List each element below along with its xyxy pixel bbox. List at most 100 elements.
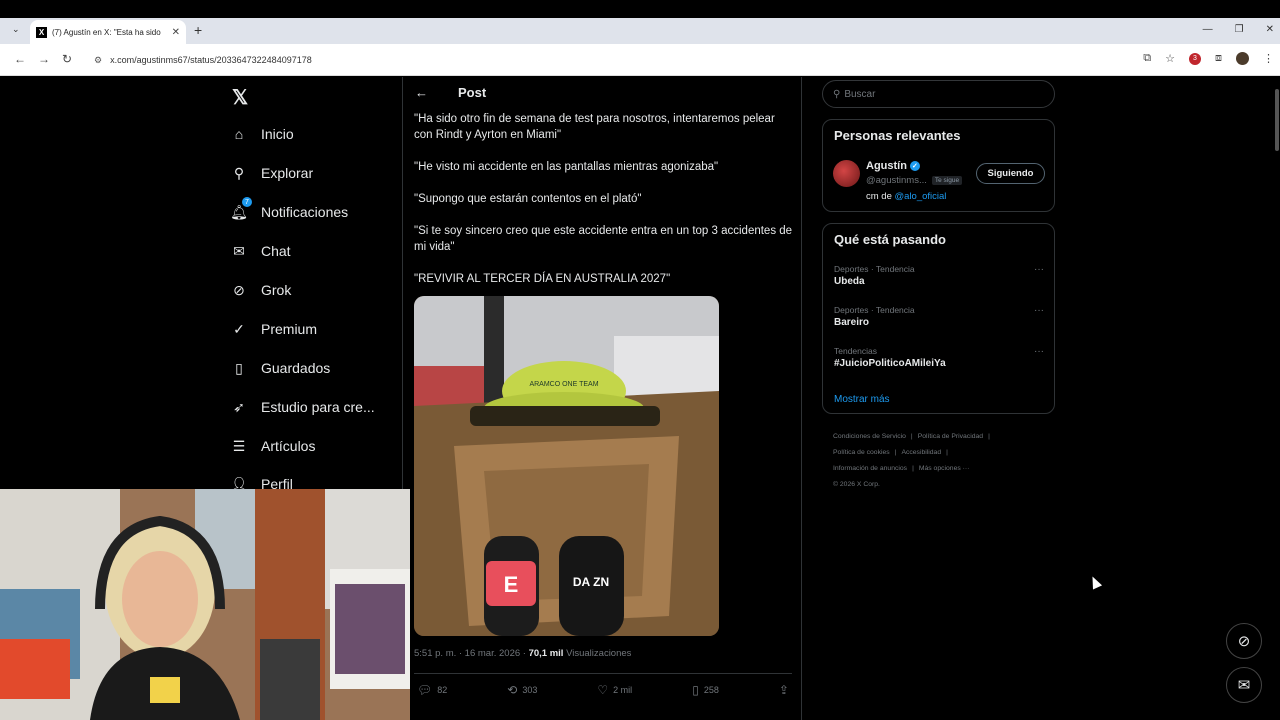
page-scrollbar[interactable]	[1274, 77, 1280, 720]
grok-float-button[interactable]: ⊘	[1226, 623, 1262, 659]
search-icon: ⚲	[233, 164, 245, 181]
reply-count: 82	[437, 685, 448, 695]
back-icon[interactable]: ←	[14, 52, 26, 66]
media-illustration: ARAMCO ONE TEAM E DA ZN	[414, 296, 719, 636]
nav-item-estudio[interactable]: ➶ Estudio para cre...	[230, 398, 375, 416]
forward-icon[interactable]: →	[38, 52, 50, 66]
more-dots-icon[interactable]: ···	[1034, 346, 1044, 357]
messages-float-button[interactable]: ✉	[1226, 667, 1262, 703]
avatar[interactable]	[833, 160, 860, 187]
site-info-icon[interactable]: ⚙	[94, 55, 102, 66]
trend-item[interactable]: Tendencias #JuicioPoliticoAMileiYa ···	[834, 346, 1044, 369]
mouse-cursor-icon	[1087, 574, 1103, 590]
tab-title: (7) Agustín en X: "Esta ha sido	[52, 27, 161, 37]
url-text: x.com/agustinms67/status/203364732248409…	[110, 55, 312, 65]
heart-icon: ♡	[597, 683, 609, 697]
window-controls: — ❐ ✕	[1203, 24, 1274, 35]
bell-icon: 🔔︎ 7	[230, 197, 252, 221]
following-button[interactable]: Siguiendo	[976, 163, 1045, 184]
nav-item-label: Grok	[261, 282, 292, 298]
footer-ads-link[interactable]: Información de anuncios	[833, 465, 907, 472]
post-header: ← Post	[415, 85, 486, 100]
profile-avatar[interactable]	[1236, 52, 1249, 65]
nav-item-grok[interactable]: ⊘ Grok	[230, 281, 291, 299]
minimize-icon[interactable]: —	[1203, 24, 1213, 35]
trend-item[interactable]: Deportes · Tendencia Bareiro ···	[834, 305, 1044, 328]
premium-icon: ✓	[233, 320, 245, 337]
trend-name: Bareiro	[834, 317, 870, 328]
nav-item-label: Premium	[261, 321, 318, 337]
nav-item-inicio[interactable]: ⌂ Inicio	[230, 125, 294, 143]
notification-badge: 7	[242, 197, 252, 207]
x-logo-icon[interactable]: 𝕏	[232, 85, 248, 110]
person-handle-text: @agustinms...	[866, 175, 927, 186]
grok-icon: ⊘	[1237, 633, 1251, 650]
tweet-text-line: "REVIVIR AL TERCER DÍA EN AUSTRALIA 2027…	[414, 273, 671, 285]
tab-list-icon[interactable]: ⌄	[12, 24, 20, 35]
trend-category: Deportes · Tendencia	[834, 305, 915, 315]
nav-item-articulos[interactable]: ☰ Artículos	[230, 437, 316, 455]
more-dots-icon[interactable]: ···	[1034, 305, 1044, 316]
share-button[interactable]: ⇪	[779, 683, 789, 697]
post-media-image[interactable]: ARAMCO ONE TEAM E DA ZN	[414, 296, 719, 636]
column-divider	[801, 77, 802, 720]
reply-icon: 💬︎	[417, 683, 433, 697]
trend-category: Tendencias	[834, 346, 878, 356]
nav-item-chat[interactable]: ✉ Chat	[230, 242, 290, 260]
trend-item[interactable]: Deportes · Tendencia Ubeda ···	[834, 264, 1044, 287]
post-views-count: 70,1 mil	[528, 648, 564, 659]
more-dots-icon[interactable]: ···	[1034, 264, 1044, 275]
bookmark-count: 258	[703, 685, 719, 695]
extension-badge-icon[interactable]: 3	[1189, 52, 1201, 65]
close-tab-icon[interactable]: ✕	[172, 27, 180, 38]
reply-button[interactable]: 💬︎ 82	[417, 683, 447, 697]
nav-item-notificaciones[interactable]: 🔔︎ 7 Notificaciones	[230, 197, 348, 221]
person-name[interactable]: Agustín ✓	[866, 160, 920, 172]
home-icon: ⌂	[234, 126, 244, 142]
nav-item-label: Artículos	[261, 438, 316, 454]
tweet-text-line: "Supongo que estarán contentos en el pla…	[414, 193, 642, 205]
post-header-title: Post	[458, 85, 487, 100]
person-bio-link[interactable]: @alo_oficial	[895, 191, 947, 202]
extensions-icon[interactable]: ⧈	[1215, 52, 1222, 65]
browser-tab[interactable]: X (7) Agustín en X: "Esta ha sido ✕	[30, 20, 186, 44]
show-more-link[interactable]: Mostrar más	[834, 394, 890, 405]
nav-item-explorar[interactable]: ⚲ Explorar	[230, 164, 313, 182]
mail-icon: ✉	[233, 242, 245, 259]
trends-title: Qué está pasando	[834, 232, 946, 247]
share-icon: ⇪	[778, 683, 789, 697]
nav-item-premium[interactable]: ✓ Premium	[230, 320, 317, 338]
repost-count: 303	[522, 685, 538, 695]
search-placeholder: Buscar	[844, 88, 876, 100]
back-arrow-icon[interactable]: ←	[415, 85, 428, 100]
footer-more-link[interactable]: Más opciones ···	[919, 465, 970, 472]
bookmark-star-icon[interactable]: ☆	[1165, 52, 1175, 65]
new-tab-icon[interactable]: +	[194, 22, 202, 38]
footer-copyright: © 2026 X Corp.	[833, 481, 880, 488]
footer-privacy-link[interactable]: Política de Privacidad	[918, 433, 983, 440]
search-input[interactable]: ⚲ Buscar	[822, 80, 1055, 108]
install-app-icon[interactable]: ⧉	[1143, 52, 1151, 65]
post-actions: 💬︎ 82 ⟲ 303 ♡ 2 mil ▯ 258 ⇪	[417, 683, 789, 697]
relevant-people-title: Personas relevantes	[834, 128, 961, 143]
person-bio-text: cm de	[866, 191, 895, 202]
footer-accessibility-link[interactable]: Accesibilidad	[901, 449, 941, 456]
close-window-icon[interactable]: ✕	[1266, 24, 1274, 35]
footer-cookies-link[interactable]: Política de cookies	[833, 449, 890, 456]
scroll-thumb[interactable]	[1275, 89, 1279, 151]
menu-dots-icon[interactable]: ⋮	[1263, 52, 1274, 65]
trend-name: #JuicioPoliticoAMileiYa	[834, 358, 946, 369]
post-timestamp[interactable]: 5:51 p. m. · 16 mar. 2026 ·	[414, 648, 529, 659]
search-icon: ⚲	[833, 88, 841, 100]
restore-icon[interactable]: ❐	[1235, 24, 1244, 35]
repost-button[interactable]: ⟲ 303	[507, 683, 537, 697]
like-button[interactable]: ♡ 2 mil	[597, 683, 632, 697]
nav-item-guardados[interactable]: ▯ Guardados	[230, 359, 330, 377]
bookmark-button[interactable]: ▯ 258	[692, 683, 719, 697]
footer-terms-link[interactable]: Condiciones de Servicio	[833, 433, 906, 440]
reload-icon[interactable]: ↻	[62, 52, 72, 66]
address-bar[interactable]: ⚙ x.com/agustinms67/status/2033647322484…	[86, 49, 1176, 71]
nav-item-label: Explorar	[261, 165, 314, 181]
follows-you-badge: Te sigue	[931, 176, 963, 185]
tweet-text-line: "Ha sido otro fin de semana de test para…	[414, 113, 775, 141]
